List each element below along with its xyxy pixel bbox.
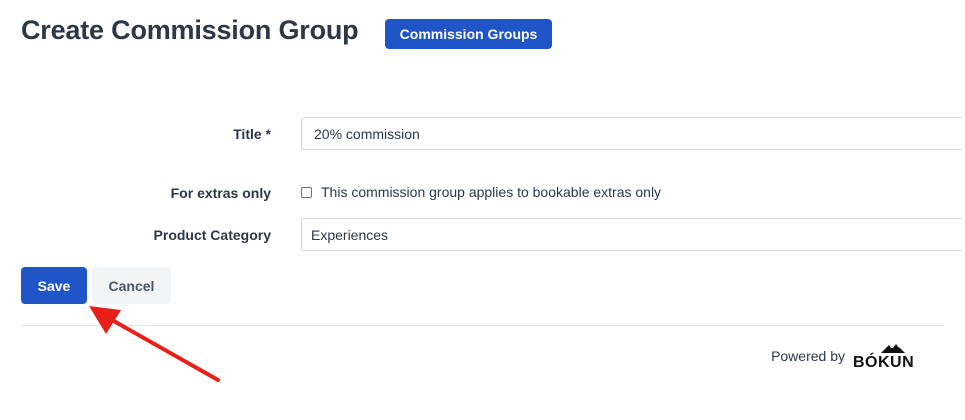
svg-text:BÓKUN: BÓKUN [853, 352, 914, 370]
bokun-logo[interactable]: BÓKUN [853, 342, 919, 370]
product-category-label: Product Category [153, 227, 271, 243]
save-button[interactable]: Save [21, 267, 87, 304]
title-label: Title * [233, 126, 271, 142]
commission-groups-button[interactable]: Commission Groups [385, 19, 552, 49]
product-category-value: Experiences [311, 226, 389, 243]
page-title: Create Commission Group [21, 15, 359, 45]
extras-label: For extras only [170, 185, 271, 201]
bokun-logo-mountain-icon: BÓKUN [853, 344, 914, 370]
page: Create Commission Group Commission Group… [0, 0, 965, 420]
powered-by-label: Powered by [771, 348, 845, 364]
extras-checkbox-label: This commission group applies to bookabl… [321, 184, 662, 200]
title-input[interactable] [301, 117, 961, 150]
cancel-button[interactable]: Cancel [92, 267, 171, 304]
extras-checkbox-row[interactable]: This commission group applies to bookabl… [301, 184, 661, 200]
extras-checkbox[interactable] [301, 186, 312, 198]
footer-divider [21, 325, 944, 326]
product-category-select[interactable]: Experiences [301, 218, 961, 251]
powered-by: Powered by BÓKUN [771, 342, 919, 370]
